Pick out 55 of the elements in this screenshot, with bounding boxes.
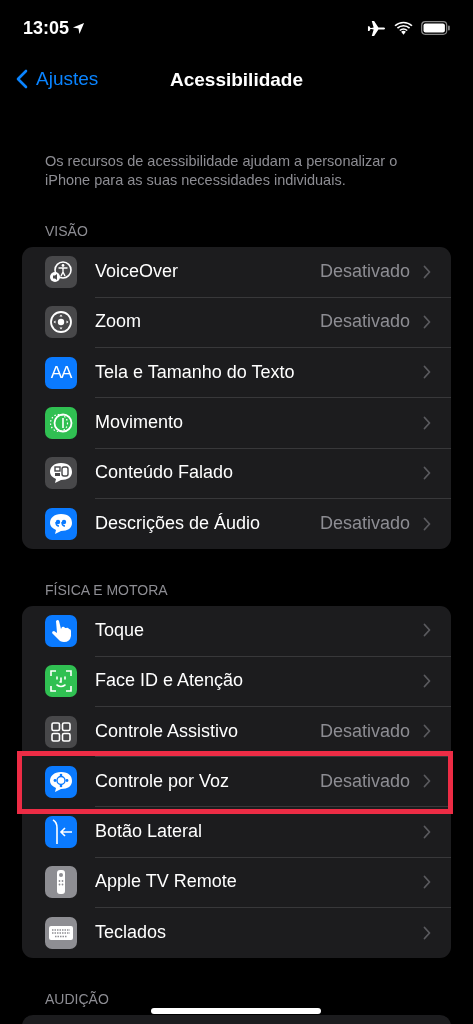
row-value: Desativado (319, 513, 410, 535)
chevron-right-icon (423, 415, 431, 430)
row-label: Face ID e Atenção (95, 670, 245, 692)
chevron-right-icon (423, 623, 431, 638)
row-label: Conteúdo Falado (95, 462, 235, 484)
settings-row[interactable]: Movimento (22, 397, 451, 449)
section-header: FÍSICA E MOTORA (45, 581, 169, 598)
settings-row[interactable]: Controle por Voz Desativado (22, 756, 451, 807)
row-label: Toque (95, 619, 146, 641)
chevron-right-icon (423, 774, 431, 789)
battery-icon (421, 21, 451, 35)
chevron-right-icon (423, 724, 431, 738)
chevron-left-icon (16, 69, 28, 89)
wifi-icon (394, 20, 413, 36)
chevron-right-icon (423, 925, 431, 940)
row-label: VoiceOver (95, 261, 180, 283)
row-label: Descrições de Áudio (95, 513, 262, 535)
settings-row[interactable]: Teclados (22, 907, 451, 958)
chevron-right-icon (423, 673, 431, 688)
settings-row[interactable]: AA Tela e Tamanho do Texto (22, 347, 451, 398)
row-label: Tela e Tamanho do Texto (95, 361, 296, 383)
chevron-right-icon (423, 264, 431, 279)
settings-row[interactable]: Conteúdo Falado (22, 448, 451, 499)
chevron-right-icon (423, 824, 431, 839)
chevron-right-icon (423, 516, 431, 531)
settings-row[interactable]: VoiceOver Desativado (22, 247, 451, 298)
section-header: VISÃO (45, 223, 89, 239)
page-title: Acessibilidade (169, 69, 304, 91)
settings-row[interactable]: Descrições de Áudio Desativado (22, 498, 451, 549)
chevron-right-icon (423, 874, 431, 889)
row-label: Botão Lateral (95, 821, 204, 843)
row-value: Desativado (319, 770, 410, 792)
chevron-right-icon (423, 465, 431, 480)
chevron-right-icon (423, 314, 431, 329)
row-value: Desativado (319, 311, 410, 333)
text-size-icon: AA (45, 356, 77, 389)
settings-row[interactable]: Toque (22, 605, 451, 657)
settings-row[interactable]: Controle Assistivo Desativado (22, 706, 451, 757)
description-text: Os recursos de acessibilidade ajudam a personalizar o iPhone para as suas necessidades individuais. (45, 152, 399, 190)
section-header: AUDIÇÃO (45, 990, 110, 1007)
row-value: Desativado (319, 720, 410, 742)
settings-row[interactable]: Botão Lateral (22, 806, 451, 858)
row-value: Desativado (319, 261, 410, 283)
row-label: Controle por Voz (95, 770, 231, 792)
settings-row[interactable]: Zoom Desativado (22, 297, 451, 348)
status-time: 13:05 (23, 17, 70, 39)
settings-row[interactable]: Face ID e Atenção (22, 656, 451, 707)
row-label: Controle Assistivo (95, 720, 240, 742)
row-label: Teclados (95, 922, 168, 944)
chevron-right-icon (423, 365, 431, 380)
back-button[interactable]: Ajustes (12, 64, 103, 94)
settings-row[interactable]: Apple TV Remote (22, 857, 451, 908)
row-label: Movimento (95, 412, 185, 434)
row-label: Zoom (95, 311, 142, 333)
row-label: Apple TV Remote (95, 871, 238, 893)
